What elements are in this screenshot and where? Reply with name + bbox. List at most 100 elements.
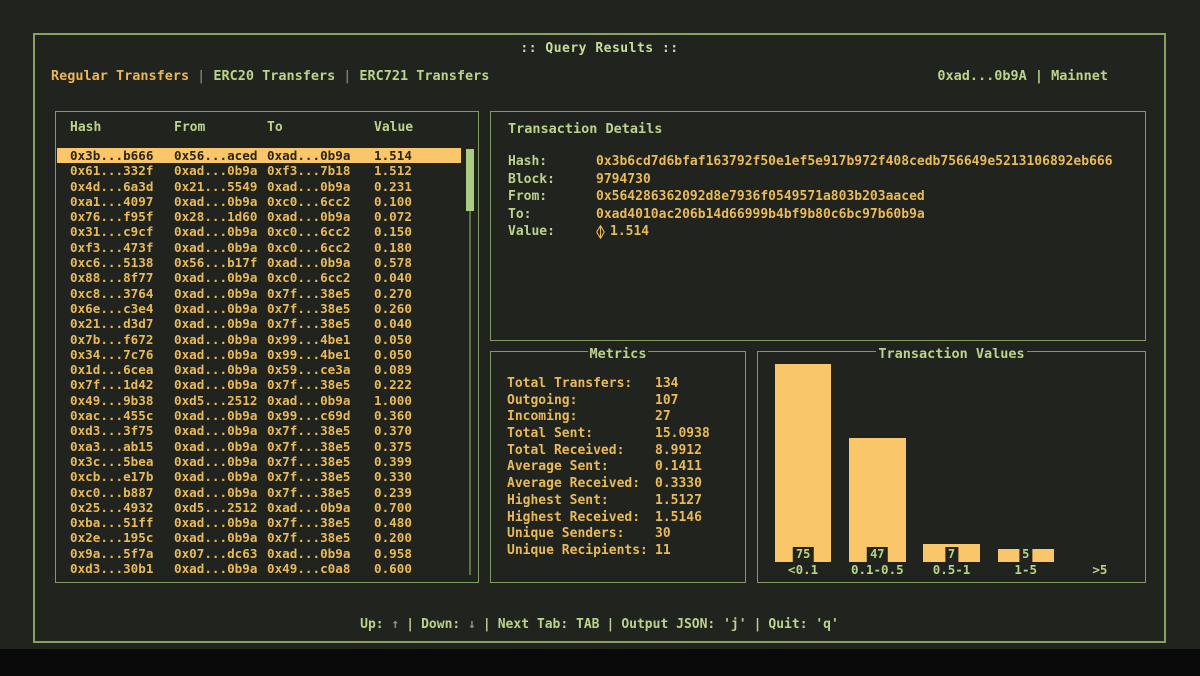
table-cell: 0.180 [374,240,461,256]
detail-label: To: [508,206,596,224]
table-row[interactable]: 0x76...f95f0x28...1d600xad...0b9a0.072 [57,209,461,224]
table-row[interactable]: 0x6e...c3e40xad...0b9a0x7f...38e50.260 [57,301,461,316]
chart-x-tick-label: <0.1 [766,562,840,578]
table-cell: 0xad...0b9a [174,240,267,256]
table-row[interactable]: 0xa3...ab150xad...0b9a0x7f...38e50.375 [57,439,461,454]
table-cell: 0x7f...38e5 [267,316,374,332]
tab-erc721-transfers[interactable]: ERC721 Transfers [359,68,489,84]
table-cell: 0x2e...195c [70,530,174,546]
table-cell: 0x49...9b38 [70,393,174,409]
metric-row: Average Received:0.3330 [507,476,737,493]
metric-value: 1.5127 [655,493,702,510]
statusbar-separator: | [476,617,498,632]
table-row[interactable]: 0xc8...37640xad...0b9a0x7f...38e50.270 [57,286,461,301]
table-cell: 0.370 [374,423,461,439]
table-cell: 0xad...0b9a [174,332,267,348]
table-cell: 0x7f...38e5 [267,530,374,546]
table-row[interactable]: 0x31...c9cf0xad...0b9a0xc0...6cc20.150 [57,224,461,239]
tab-erc20-transfers[interactable]: ERC20 Transfers [213,68,335,84]
table-cell: 0.360 [374,408,461,424]
table-row[interactable]: 0x34...7c760xad...0b9a0x99...4be10.050 [57,347,461,362]
table-cell: 0xad...0b9a [174,377,267,393]
page-title: :: Query Results :: [35,41,1164,56]
statusbar-hint-label: Up: [360,617,391,632]
table-row[interactable]: 0xcb...e17b0xad...0b9a0x7f...38e50.330 [57,469,461,484]
table-row[interactable]: 0x3c...5bea0xad...0b9a0x7f...38e50.399 [57,454,461,469]
table-row[interactable]: 0x3b...b6660x56...aced0xad...0b9a1.514 [57,148,461,163]
chart-x-tick-label: >5 [1063,562,1137,578]
table-cell: 0xc8...3764 [70,286,174,302]
table-cell: 0xad...0b9a [174,439,267,455]
table-row[interactable]: 0xd3...3f750xad...0b9a0x7f...38e50.370 [57,423,461,438]
table-row[interactable]: 0x1d...6cea0xad...0b9a0x59...ce3a0.089 [57,362,461,377]
table-row[interactable]: 0x2e...195c0xad...0b9a0x7f...38e50.200 [57,530,461,545]
chart-bar: 75 [775,364,831,562]
metric-label: Total Transfers: [507,376,655,393]
metric-value: 8.9912 [655,443,702,460]
chart-bar-value-label: 75 [793,547,813,562]
table-row[interactable]: 0x21...d3d70xad...0b9a0x7f...38e50.040 [57,316,461,331]
detail-value: 0x3b6cd7d6bfaf163792f50e1ef5e917b972f408… [596,153,1113,171]
scrollbar-track[interactable] [469,149,471,575]
metric-label: Highest Received: [507,510,655,527]
transfers-table-panel: HashFromToValue 0x3b...b6660x56...aced0x… [55,111,479,583]
table-cell: 0x21...5549 [174,179,267,195]
table-cell: 0xc0...6cc2 [267,240,374,256]
table-row[interactable]: 0x4d...6a3d0x21...55490xad...0b9a0.231 [57,179,461,194]
table-row[interactable]: 0x7b...f6720xad...0b9a0x99...4be10.050 [57,332,461,347]
table-body: 0x3b...b6660x56...aced0xad...0b9a1.5140x… [57,148,461,576]
table-cell: 0xad...0b9a [174,194,267,210]
table-row[interactable]: 0xa1...40970xad...0b9a0xc0...6cc20.100 [57,194,461,209]
metric-row: Highest Sent:1.5127 [507,493,737,510]
eth-icon [596,225,605,239]
transaction-values-chart-panel: Transaction Values 754775 <0.10.1-0.50.5… [757,351,1146,583]
chart-x-labels: <0.10.1-0.50.5-11-5>5 [766,562,1137,578]
detail-row: To:0xad4010ac206b14d66999b4bf9b80c6bc97b… [508,206,1135,224]
table-cell: 0xd3...30b1 [70,561,174,577]
transaction-details-panel: Transaction Details Hash:0x3b6cd7d6bfaf1… [490,111,1146,341]
table-row[interactable]: 0x88...8f770xad...0b9a0xc0...6cc20.040 [57,270,461,285]
metric-row: Total Sent:15.0938 [507,426,737,443]
metric-label: Outgoing: [507,393,655,410]
metric-label: Unique Senders: [507,526,655,543]
table-row[interactable]: 0x49...9b380xd5...25120xad...0b9a1.000 [57,393,461,408]
statusbar-separator: | [747,617,769,632]
table-cell: 1.000 [374,393,461,409]
table-row[interactable]: 0xc6...51380x56...b17f0xad...0b9a0.578 [57,255,461,270]
metric-label: Total Received: [507,443,655,460]
table-cell: 0x99...4be1 [267,332,374,348]
table-cell: 0xad...0b9a [174,270,267,286]
table-row[interactable]: 0x9a...5f7a0x07...dc630xad...0b9a0.958 [57,546,461,561]
table-cell: 0.150 [374,224,461,240]
table-row[interactable]: 0x7f...1d420xad...0b9a0x7f...38e50.222 [57,377,461,392]
detail-value-text: 1.514 [610,223,649,241]
table-row[interactable]: 0x61...332f0xad...0b9a0xf3...7b181.512 [57,163,461,178]
detail-value: 0xad4010ac206b14d66999b4bf9b80c6bc97b60b… [596,206,925,224]
table-cell: 0x99...c69d [267,408,374,424]
metric-row: Unique Recipients:11 [507,543,737,560]
scrollbar-thumb[interactable] [466,149,474,211]
chart-title: Transaction Values [876,346,1026,362]
table-cell: 0x88...8f77 [70,270,174,286]
tab-regular-transfers[interactable]: Regular Transfers [51,68,189,84]
chart-x-tick-label: 1-5 [989,562,1063,578]
chart-x-tick-label: 0.1-0.5 [840,562,914,578]
table-row[interactable]: 0xd3...30b10xad...0b9a0x49...c0a80.600 [57,561,461,576]
chart-bar-slot: 47 [840,364,914,562]
table-cell: 0x7f...1d42 [70,377,174,393]
table-row[interactable]: 0xba...51ff0xad...0b9a0x7f...38e50.480 [57,515,461,530]
metric-label: Incoming: [507,409,655,426]
table-row[interactable]: 0x25...49320xd5...25120xad...0b9a0.700 [57,500,461,515]
table-cell: 0.700 [374,500,461,516]
table-cell: 0x3b...b666 [70,148,174,164]
table-row[interactable]: 0xc0...b8870xad...0b9a0x7f...38e50.239 [57,485,461,500]
statusbar-hint-key: 'q' [815,617,838,632]
table-cell: 0x7f...38e5 [267,469,374,485]
table-cell: 0.040 [374,316,461,332]
detail-value: 1.514 [596,223,649,241]
table-row[interactable]: 0xf3...473f0xad...0b9a0xc0...6cc20.180 [57,240,461,255]
table-cell: 0xad...0b9a [267,148,374,164]
chart-title-wrap: Transaction Values [758,343,1145,362]
table-row[interactable]: 0xac...455c0xad...0b9a0x99...c69d0.360 [57,408,461,423]
metric-label: Average Received: [507,476,655,493]
